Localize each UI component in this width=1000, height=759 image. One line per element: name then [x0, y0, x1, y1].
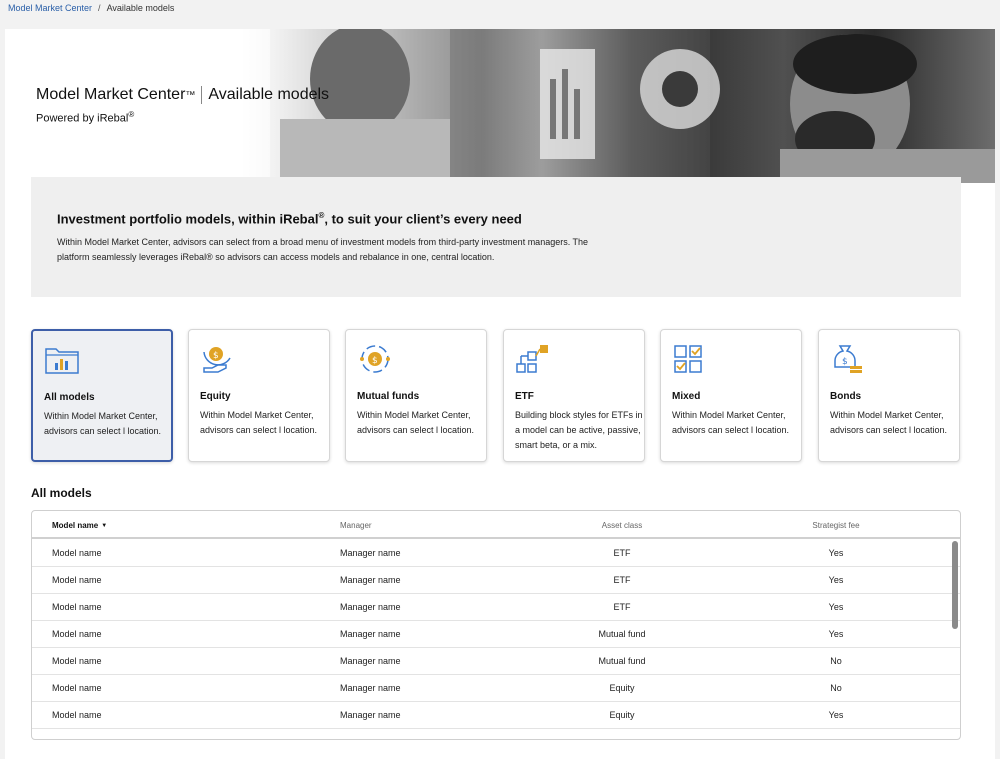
- svg-text:$: $: [842, 357, 848, 367]
- cell-asset-class: ETF: [613, 575, 631, 585]
- card-description: Within Model Market Center, advisors can…: [200, 410, 318, 435]
- column-header-strategist-fee[interactable]: Strategist fee: [786, 521, 886, 530]
- cell-model-name[interactable]: Model name: [52, 575, 102, 585]
- cell-strategist-fee: Yes: [828, 602, 844, 612]
- cell-strategist-fee: Yes: [828, 575, 844, 585]
- page-title: Model Market Center ™ Available models: [36, 86, 329, 104]
- intro-heading-post: , to suit your client’s every need: [324, 211, 522, 227]
- table-row[interactable]: Model name Manager name Mutual fund No: [32, 648, 960, 675]
- models-table: Model name ▼ Manager Asset class Strateg…: [31, 510, 961, 740]
- powered-by-text: Powered by iRebal: [36, 112, 129, 125]
- cell-model-name[interactable]: Model name: [52, 629, 102, 639]
- column-header-label: Model name: [52, 521, 99, 530]
- card-description: Building block styles for ETFs in a mode…: [515, 410, 643, 450]
- category-cards: All models Within Model Market Center, a…: [31, 329, 961, 463]
- table-header: Model name ▼ Manager Asset class Strateg…: [32, 511, 960, 539]
- cell-asset-class: ETF: [613, 548, 631, 558]
- title-section: Available models: [208, 86, 330, 103]
- models-section-title: All models: [31, 486, 92, 500]
- cell-manager: Manager name: [340, 656, 401, 666]
- svg-text:$: $: [372, 356, 378, 366]
- table-row[interactable]: Model name Manager name ETF Yes: [32, 540, 960, 567]
- cell-manager: Manager name: [340, 548, 401, 558]
- table-scrollbar[interactable]: [952, 541, 958, 629]
- registered-mark: ®: [128, 110, 135, 119]
- title-main: Model Market Center: [36, 86, 186, 103]
- coin-cycle-icon: $: [360, 345, 390, 373]
- card-title: All models: [44, 392, 95, 403]
- money-bag-icon: $: [834, 345, 862, 373]
- folder-chart-icon: [45, 348, 79, 374]
- breadcrumb: Model Market Center / Available models: [8, 3, 174, 13]
- card-all-models[interactable]: All models Within Model Market Center, a…: [31, 329, 173, 462]
- trademark-mark: ™: [185, 89, 196, 101]
- cell-asset-class: Equity: [609, 710, 635, 720]
- card-etf[interactable]: ETF Building block styles for ETFs in a …: [503, 329, 645, 462]
- powered-by: Powered by iRebal®: [36, 110, 134, 125]
- card-bonds[interactable]: $ Bonds Within Model Market Center, advi…: [818, 329, 960, 462]
- hand-coin-icon: $: [203, 347, 231, 373]
- card-description: Within Model Market Center, advisors can…: [44, 411, 162, 436]
- cell-asset-class: Mutual fund: [598, 629, 646, 639]
- column-header-asset-class[interactable]: Asset class: [572, 521, 672, 530]
- table-row[interactable]: Model name Manager name ETF Yes: [32, 567, 960, 594]
- cell-model-name[interactable]: Model name: [52, 602, 102, 612]
- intro-heading: Investment portfolio models, within iReb…: [57, 211, 522, 226]
- table-row[interactable]: Model name Manager name Equity Yes: [32, 702, 960, 729]
- card-title: ETF: [515, 391, 534, 402]
- table-row[interactable]: Model name Manager name Mutual fund Yes: [32, 621, 960, 648]
- card-title: Mixed: [672, 391, 701, 402]
- cell-asset-class: ETF: [613, 602, 631, 612]
- cell-asset-class: Mutual fund: [598, 656, 646, 666]
- table-row[interactable]: Model name Manager name ETF Yes: [32, 594, 960, 621]
- breadcrumb-home-link[interactable]: Model Market Center: [8, 3, 92, 13]
- cell-manager: Manager name: [340, 683, 401, 693]
- breadcrumb-current: Available models: [106, 3, 175, 13]
- card-title: Equity: [200, 391, 231, 402]
- card-description: Within Model Market Center, advisors can…: [672, 410, 790, 435]
- cell-manager: Manager name: [340, 602, 401, 612]
- card-title: Mutual funds: [357, 391, 420, 402]
- cell-model-name[interactable]: Model name: [52, 683, 102, 693]
- card-title: Bonds: [830, 391, 862, 402]
- title-divider: [201, 86, 203, 104]
- cell-model-name[interactable]: Model name: [52, 656, 102, 666]
- cell-manager: Manager name: [340, 629, 401, 639]
- column-header-model-name[interactable]: Model name ▼: [52, 521, 107, 530]
- checkbox-grid-icon: [674, 345, 702, 373]
- svg-text:$: $: [213, 351, 219, 361]
- table-row[interactable]: Model name Manager name Equity No: [32, 675, 960, 702]
- hero-photo: [240, 29, 995, 183]
- hero-banner: Model Market Center ™ Available models P…: [5, 29, 995, 183]
- cell-asset-class: Equity: [609, 683, 635, 693]
- intro-body: Within Model Market Center, advisors can…: [57, 237, 589, 262]
- card-mutual-funds[interactable]: $ Mutual funds Within Model Market Cente…: [345, 329, 487, 462]
- cell-model-name[interactable]: Model name: [52, 710, 102, 720]
- cell-strategist-fee: No: [830, 683, 842, 693]
- column-header-manager[interactable]: Manager: [340, 521, 372, 530]
- card-description: Within Model Market Center, advisors can…: [357, 410, 475, 435]
- cell-manager: Manager name: [340, 575, 401, 585]
- card-equity[interactable]: $ Equity Within Model Market Center, adv…: [188, 329, 330, 462]
- sort-desc-icon: ▼: [101, 522, 108, 529]
- breadcrumb-separator: /: [98, 3, 101, 13]
- cell-strategist-fee: Yes: [828, 710, 844, 720]
- card-description: Within Model Market Center, advisors can…: [830, 410, 948, 435]
- cell-manager: Manager name: [340, 710, 401, 720]
- cell-model-name[interactable]: Model name: [52, 548, 102, 558]
- intro-box: Investment portfolio models, within iReb…: [31, 177, 961, 297]
- cell-strategist-fee: Yes: [828, 629, 844, 639]
- card-mixed[interactable]: Mixed Within Model Market Center, adviso…: [660, 329, 802, 462]
- blocks-flow-icon: [516, 345, 548, 373]
- cell-strategist-fee: Yes: [828, 548, 844, 558]
- intro-heading-pre: Investment portfolio models, within iReb…: [57, 211, 319, 227]
- cell-strategist-fee: No: [830, 656, 842, 666]
